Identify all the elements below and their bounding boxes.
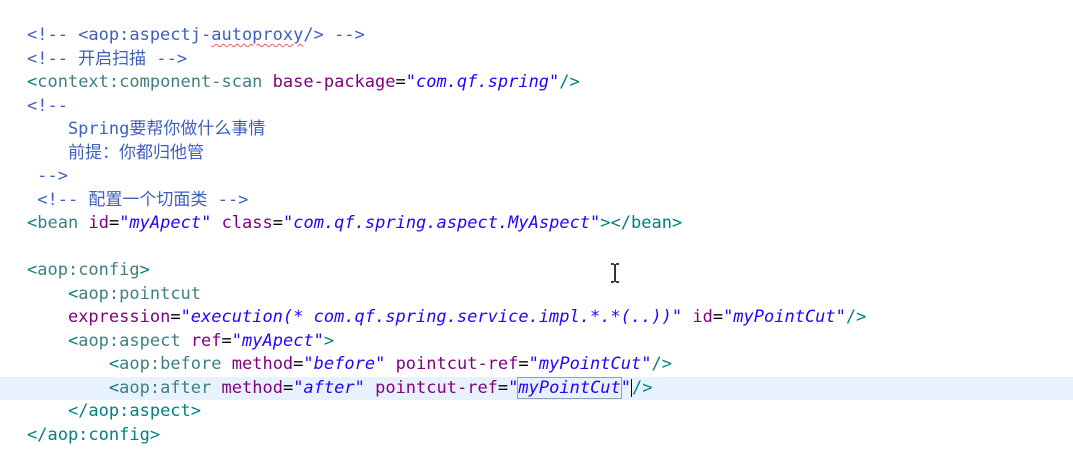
attribute-name: method xyxy=(221,377,283,398)
attribute-value: "com.qf.spring" xyxy=(405,72,560,92)
code-line-2[interactable]: <!-- 开启扫描 --> xyxy=(0,48,1073,72)
comment-text: 前提：你都归他管 xyxy=(27,142,204,163)
ibeam-cursor-icon xyxy=(611,263,619,283)
code-line-7[interactable]: --> xyxy=(0,165,1073,189)
spelling-error-text[interactable]: autoproxy xyxy=(211,25,303,45)
attribute-value: "execution(* com.qf.spring.service.impl.… xyxy=(180,307,683,327)
quote-mark: " xyxy=(620,377,632,398)
attribute-name: id xyxy=(692,307,713,327)
attribute-name: method xyxy=(231,354,294,374)
comment-text: /> --> xyxy=(303,25,365,45)
attribute-value: "myPointCut" xyxy=(723,307,846,327)
attribute-name: pointcut-ref xyxy=(395,354,519,374)
tag-name: aop:aspect xyxy=(78,330,181,351)
quote-mark: " xyxy=(508,377,519,398)
end-tag: </bean> xyxy=(610,213,683,233)
comment-text: <!-- xyxy=(27,95,68,116)
tag-bracket: < xyxy=(27,72,38,92)
code-editor[interactable]: <!-- <aop:aspectj-autoproxy/> --> <!-- 开… xyxy=(0,0,1073,464)
tag-name: aop:after xyxy=(119,377,212,398)
code-line-4[interactable]: <!-- xyxy=(0,95,1073,119)
comment-text: --> xyxy=(27,166,68,186)
attribute-name: base-package xyxy=(272,72,396,92)
attribute-value: "myApect" xyxy=(231,330,324,351)
tag-name: aop:before xyxy=(119,354,222,374)
end-tag: </aop:config> xyxy=(27,424,161,445)
comment-text: <!-- 开启扫描 --> xyxy=(27,48,188,69)
code-line-17[interactable]: </aop:aspect> xyxy=(0,400,1073,424)
linked-edit-value[interactable]: myPointCut xyxy=(517,376,622,399)
code-line-13[interactable]: expression="execution(* com.qf.spring.se… xyxy=(0,306,1073,330)
attribute-name: expression xyxy=(67,307,171,327)
attribute-name: class xyxy=(221,213,273,233)
attribute-value: "after" xyxy=(293,377,365,398)
code-line-3[interactable]: <context:component-scan base-package="co… xyxy=(0,71,1073,95)
tag-bracket: /> xyxy=(559,72,580,92)
tag-name: context:component-scan xyxy=(37,72,263,92)
tag-name: aop:pointcut xyxy=(78,283,202,304)
code-line-15[interactable]: <aop:before method="before" pointcut-ref… xyxy=(0,353,1073,377)
code-line-10[interactable] xyxy=(0,236,1073,260)
code-line-18[interactable]: </aop:config> xyxy=(0,424,1073,448)
code-line-5[interactable]: Spring要帮你做什么事情 xyxy=(0,118,1073,142)
code-line-1[interactable]: <!-- <aop:aspectj-autoproxy/> --> xyxy=(0,24,1073,48)
tag-name: aop:config xyxy=(37,260,140,280)
code-line-6[interactable]: 前提：你都归他管 xyxy=(0,142,1073,166)
code-line-12[interactable]: <aop:pointcut xyxy=(0,283,1073,307)
attribute-name: id xyxy=(88,213,109,233)
attribute-value: "com.qf.spring.aspect.MyAspect" xyxy=(283,213,601,233)
tag-name: bean xyxy=(37,213,79,233)
end-tag: </aop:aspect> xyxy=(67,401,202,421)
comment-text: <!-- <aop:aspectj- xyxy=(27,25,212,45)
code-line-16-current[interactable]: <aop:after method="after" pointcut-ref="… xyxy=(0,376,1073,400)
attribute-value: "myApect" xyxy=(119,213,212,233)
attribute-value: "before" xyxy=(303,354,386,374)
attribute-name: pointcut-ref xyxy=(375,377,498,398)
attribute-value: "myPointCut" xyxy=(528,354,652,374)
comment-text: <!-- 配置一个切面类 --> xyxy=(27,189,249,210)
attribute-name: ref xyxy=(190,330,222,351)
code-line-11[interactable]: <aop:config> xyxy=(0,259,1073,283)
code-line-14[interactable]: <aop:aspect ref="myApect"> xyxy=(0,330,1073,354)
comment-text: Spring要帮你做什么事情 xyxy=(27,119,266,139)
code-line-8[interactable]: <!-- 配置一个切面类 --> xyxy=(0,189,1073,213)
code-line-9[interactable]: <bean id="myApect" class="com.qf.spring.… xyxy=(0,212,1073,236)
